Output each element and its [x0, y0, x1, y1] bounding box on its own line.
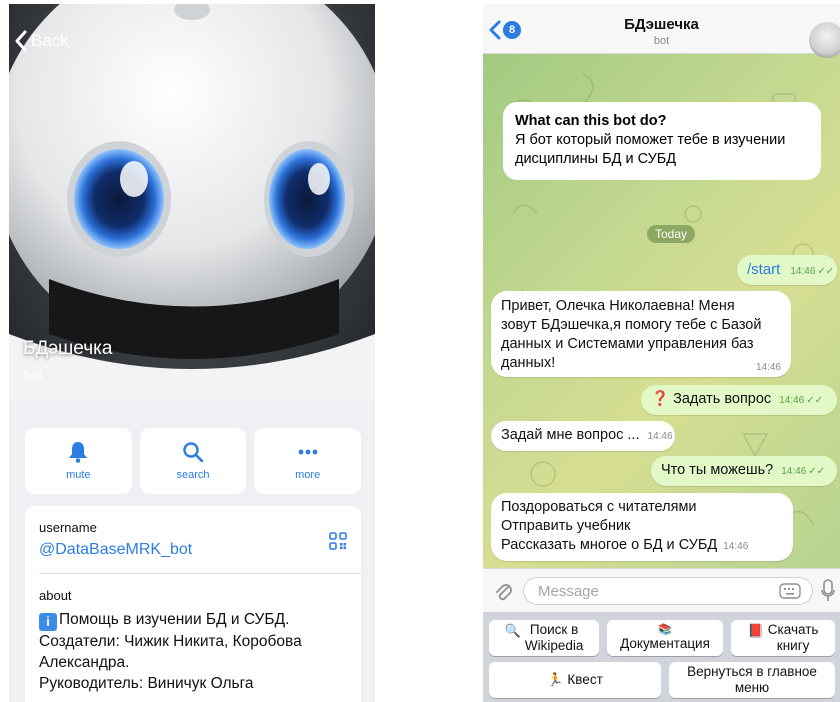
attach-icon[interactable] [493, 579, 513, 603]
bot-avatar[interactable] [809, 22, 840, 58]
bot-reply-keyboard: 🔍 Поиск в Wikipedia 📚 Документация 📕 Скач… [483, 612, 840, 702]
keyboard-button-main-menu[interactable]: Вернуться в главное меню [669, 662, 835, 698]
label-line: Скачать [767, 622, 819, 637]
incoming-message: Задай мне вопрос ... 14:46 [491, 421, 675, 451]
about-line: Руководитель: Виничук Ольга [39, 675, 254, 692]
chat-header: 8 БДэшечка bot [483, 4, 840, 58]
message-line: Отправить учебник [501, 518, 631, 534]
search-button[interactable]: search [139, 428, 247, 494]
keyboard-button-quest[interactable]: 🏃 Квест [489, 662, 661, 698]
outgoing-message: ❓ Задать вопрос 14:46 ✓✓ [641, 385, 837, 415]
message-line: Рассказать многое о БД и СУБД 14:46 [501, 536, 783, 556]
intro-line: Я бот который поможет тебе в изучении [515, 132, 786, 148]
read-check-icon: ✓✓ [806, 395, 824, 406]
chat-status: bot [653, 35, 670, 47]
chat-title: БДэшечка [624, 16, 699, 33]
read-check-icon: ✓✓ [808, 466, 826, 477]
message-time: 14:46 [781, 466, 807, 477]
username-caption: username [39, 520, 97, 535]
books-icon: 📚 [658, 624, 672, 636]
message-line: зовут БДэшечка,я помогу тебе с Базой [501, 317, 762, 333]
profile-actions: mute search more [25, 428, 362, 494]
message-time: 14:46 [723, 541, 749, 552]
about-line: Александра. [39, 654, 130, 671]
qr-code-icon[interactable] [329, 532, 347, 550]
label-line: меню [734, 680, 770, 695]
message-text: Задай мне вопрос ... [501, 427, 640, 443]
intro-line: дисциплины БД и СУБД [515, 151, 677, 167]
chevron-left-icon [15, 30, 27, 52]
profile-subtitle: bot [23, 367, 43, 383]
about-line: Создатели: Чижик Никита, Коробова [39, 633, 302, 650]
outgoing-message: Что ты можешь? 14:46 ✓✓ [651, 456, 837, 486]
mute-button[interactable]: mute [25, 428, 132, 494]
profile-info-card: username @DataBaseMRK_bot about i Помощь … [25, 506, 361, 702]
label-line: Поиск в [529, 622, 579, 637]
chat-screen: 8 БДэшечка bot What can this bot do? Я б… [483, 4, 840, 702]
message-composer [483, 568, 840, 612]
keyboard-button-label: Вернуться в главное меню [687, 664, 817, 696]
keyboard-button-label: Документация [620, 636, 710, 651]
keyboard-button-wikipedia[interactable]: 🔍 Поиск в Wikipedia [489, 620, 599, 656]
about-caption: about [39, 588, 72, 603]
message-time: 14:46 [779, 395, 805, 406]
message-text: /start [747, 261, 781, 278]
keyboard-button-docs[interactable]: 📚 Документация [607, 620, 723, 656]
back-button[interactable]: Back [15, 30, 69, 52]
message-line: данных! 14:46 [501, 354, 781, 373]
profile-name: БДэшечка [23, 338, 113, 359]
bot-intro-card: What can this bot do? Я бот который помо… [503, 102, 821, 180]
profile-photo: Back БДэшечка bot [9, 4, 375, 400]
search-label: search [176, 469, 210, 481]
incoming-message: Привет, Олечка Николаевна! Меня зовут БД… [491, 291, 791, 377]
about-line: i Помощь в изучении БД и СУБД. [39, 609, 347, 631]
message-text: данных! [501, 355, 556, 371]
keyboard-button-download-book[interactable]: 📕 Скачать книгу [731, 620, 835, 656]
message-line: Поздороваться с читателями [501, 499, 697, 515]
message-time: 14:46 [755, 362, 781, 373]
search-icon: 🔍 [504, 623, 521, 638]
runner-icon: 🏃 [547, 672, 564, 687]
info-divider [39, 573, 361, 574]
message-text: Рассказать многое о БД и СУБД [501, 537, 718, 553]
more-label: more [295, 469, 321, 481]
message-time: 14:46 [790, 266, 816, 277]
back-label: Back [31, 31, 69, 50]
bot-keyboard-icon[interactable] [779, 583, 801, 599]
message-line: данных и Системами управления баз [501, 336, 754, 352]
book-icon: 📕 [747, 623, 764, 638]
microphone-icon[interactable] [821, 579, 835, 603]
keyboard-button-label: Квест [567, 672, 603, 687]
message-text: Что ты можешь? [661, 462, 774, 478]
label-line: книгу [776, 638, 810, 653]
bot-profile-screen: Back БДэшечка bot mute search more usern… [9, 4, 375, 702]
label-line: Wikipedia [524, 638, 584, 653]
more-icon [298, 449, 318, 455]
intro-title: What can this bot do? [515, 113, 667, 129]
outgoing-message: /start 14:46 ✓✓ [737, 255, 837, 285]
more-button[interactable]: more [254, 428, 362, 494]
keyboard-button-label: Скачать книгу [768, 622, 819, 654]
search-icon [183, 442, 204, 463]
message-line: Привет, Олечка Николаевна! Меня [501, 298, 735, 314]
mute-label: mute [66, 469, 91, 481]
incoming-message: Поздороваться с читателями Отправить уче… [491, 493, 793, 561]
username-link[interactable]: @DataBaseMRK_bot [39, 541, 192, 559]
bell-icon [69, 442, 88, 463]
message-input[interactable] [523, 577, 813, 605]
info-icon: i [39, 613, 57, 631]
question-icon: ❓ [651, 391, 670, 407]
label-line: Вернуться в главное [687, 664, 817, 679]
keyboard-button-label: Поиск в Wikipedia [525, 622, 584, 654]
about-text: Помощь в изучении БД и СУБД. [59, 611, 290, 628]
message-time: 14:46 [647, 431, 673, 442]
message-text: Задать вопрос [673, 391, 772, 407]
read-check-icon: ✓✓ [817, 266, 835, 277]
date-badge: Today [647, 225, 696, 243]
